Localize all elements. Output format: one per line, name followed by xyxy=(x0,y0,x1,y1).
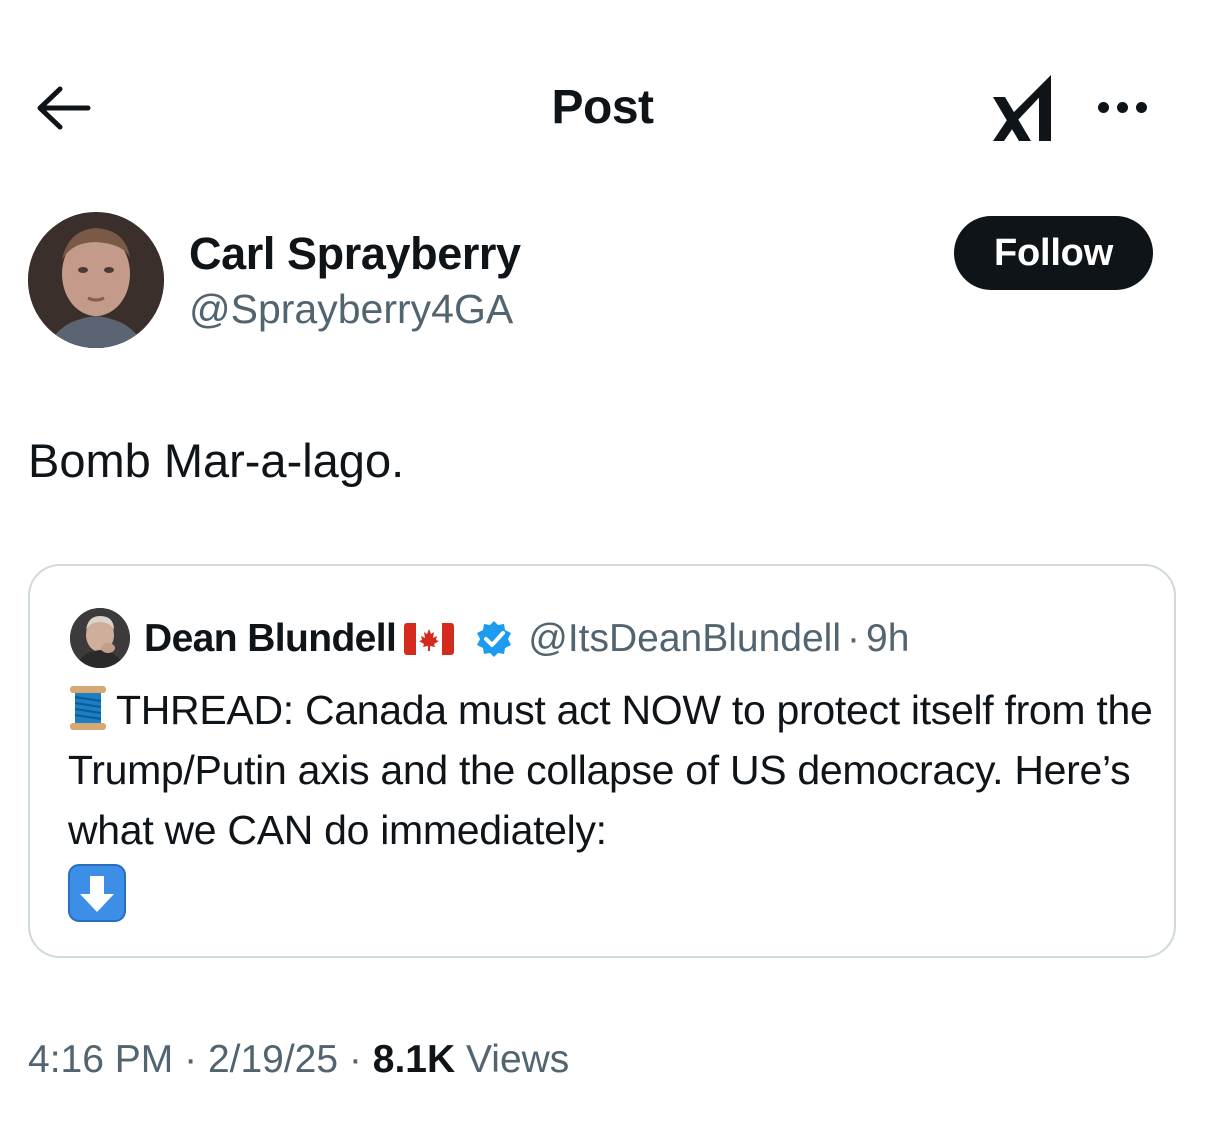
avatar-image xyxy=(70,608,130,668)
author-handle[interactable]: @Sprayberry4GA xyxy=(189,282,513,336)
separator-dot: · xyxy=(847,617,860,660)
canada-flag-icon xyxy=(404,623,455,655)
quoted-post-body: THREAD: Canada must act NOW to protect i… xyxy=(68,680,1158,922)
quoted-post-header: Dean Blundell @ItsDeanBlundell · 9h xyxy=(144,610,909,668)
quoted-author-name[interactable]: Dean Blundell xyxy=(144,617,397,661)
quoted-post-text: THREAD: Canada must act NOW to protect i… xyxy=(68,687,1153,853)
quoted-post-time[interactable]: 9h xyxy=(866,617,909,661)
quoted-author-avatar[interactable] xyxy=(70,608,130,668)
down-arrow-icon xyxy=(68,864,126,922)
quoted-author-handle[interactable]: @ItsDeanBlundell xyxy=(528,617,841,661)
follow-button[interactable]: Follow xyxy=(954,216,1153,290)
grok-icon xyxy=(993,75,1051,141)
thread-spool-icon xyxy=(68,684,108,732)
grok-button[interactable] xyxy=(985,68,1061,148)
views-label: Views xyxy=(465,1038,570,1081)
post-meta: 4:16 PM · 2/19/25 · 8.1K Views xyxy=(28,1032,569,1088)
avatar-image xyxy=(28,212,164,348)
verified-badge-icon xyxy=(474,619,514,659)
more-button[interactable] xyxy=(1082,82,1162,132)
separator-dot: · xyxy=(184,1038,198,1081)
quoted-post-card[interactable]: Dean Blundell @ItsDeanBlundell · 9h THRE… xyxy=(28,564,1176,958)
more-horizontal-icon xyxy=(1097,101,1147,113)
separator-dot: · xyxy=(348,1038,362,1081)
author-name[interactable]: Carl Sprayberry xyxy=(189,226,521,282)
post-time[interactable]: 4:16 PM xyxy=(28,1038,173,1081)
post-date[interactable]: 2/19/25 xyxy=(208,1038,338,1081)
author-avatar[interactable] xyxy=(28,212,164,348)
post-text: Bomb Mar-a-lago. xyxy=(28,434,405,487)
views-count: 8.1K xyxy=(372,1038,456,1081)
